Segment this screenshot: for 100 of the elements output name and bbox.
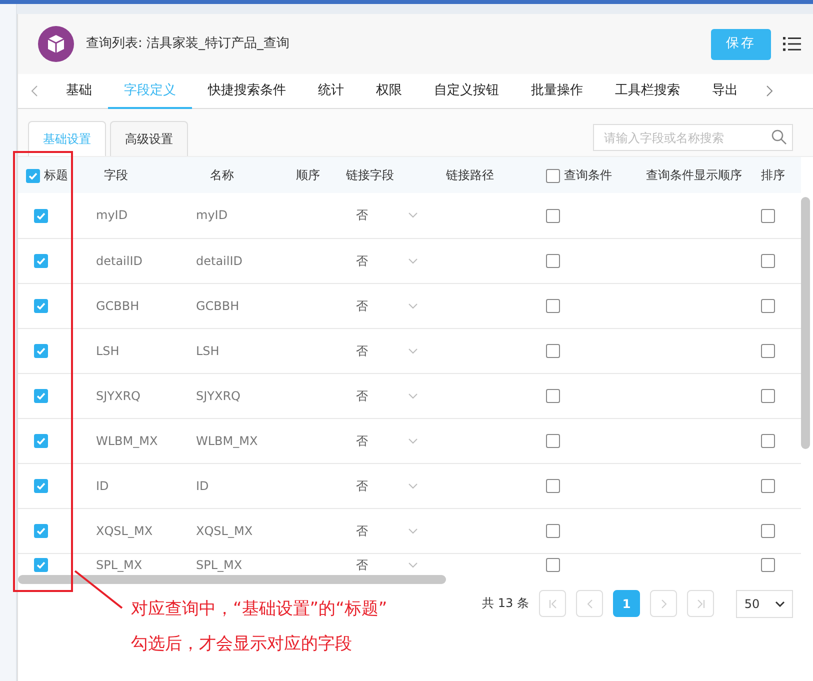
column-header: 排序: [761, 168, 785, 182]
chevron-left-icon: [584, 598, 594, 608]
tab[interactable]: 导出: [696, 74, 754, 108]
checkbox[interactable]: [761, 254, 775, 268]
table-cell: LSH: [96, 344, 120, 358]
chevron-down-icon: [408, 562, 418, 568]
link-select[interactable]: 否: [346, 342, 418, 360]
tab[interactable]: 自定义按钮: [418, 74, 515, 108]
chevron-right-icon: [658, 598, 668, 608]
chevron-down-icon: [408, 348, 418, 354]
chevron-down-icon: [408, 212, 418, 218]
tab[interactable]: 基础: [50, 74, 108, 108]
link-select[interactable]: 否: [346, 296, 418, 314]
checkbox[interactable]: [761, 389, 775, 404]
menu-icon[interactable]: [783, 34, 801, 54]
first-page-icon: [548, 598, 558, 608]
chevron-down-icon: [408, 438, 418, 444]
table-cell: myID: [196, 208, 228, 222]
table-cell: detailID: [196, 254, 243, 268]
table-cell: SPL_MX: [96, 558, 142, 572]
table-cell: SPL_MX: [196, 558, 242, 572]
checkbox[interactable]: [761, 299, 775, 314]
chevron-down-icon: [408, 482, 418, 488]
tab[interactable]: 高级设置: [110, 121, 188, 156]
search-icon[interactable]: [771, 129, 787, 145]
column-header: 标题: [44, 168, 68, 182]
table-cell: SJYXRQ: [96, 388, 140, 402]
table-cell: LSH: [196, 344, 220, 358]
link-select[interactable]: 否: [346, 476, 418, 494]
chevron-down-icon: [408, 302, 418, 308]
checkbox[interactable]: [34, 524, 48, 538]
link-select[interactable]: 否: [346, 522, 418, 540]
checkbox[interactable]: [34, 389, 48, 404]
checkbox[interactable]: [546, 168, 560, 183]
tab[interactable]: 快捷搜索条件: [192, 74, 302, 108]
annotation-text: 勾选后，才会显示对应的字段: [131, 633, 353, 656]
link-select[interactable]: 否: [346, 432, 418, 450]
column-header: 顺序: [296, 168, 320, 182]
checkbox[interactable]: [761, 558, 775, 572]
table-cell: XQSL_MX: [96, 524, 153, 538]
table-cell: detailID: [96, 254, 143, 268]
checkbox[interactable]: [546, 524, 560, 538]
last-page-icon: [696, 598, 706, 608]
table-cell: ID: [96, 478, 109, 492]
chevron-down-icon: [408, 392, 418, 398]
total-count: 共 13 条: [482, 595, 529, 612]
checkbox[interactable]: [26, 168, 40, 183]
column-header: 链接字段: [346, 168, 394, 182]
checkbox[interactable]: [761, 208, 775, 223]
leader-line: [74, 570, 124, 610]
checkbox[interactable]: [761, 344, 775, 358]
tab[interactable]: 统计: [302, 74, 360, 108]
column-header: 查询条件: [564, 168, 612, 182]
checkbox[interactable]: [546, 208, 560, 223]
table-cell: XQSL_MX: [196, 524, 253, 538]
annotation-text: 对应查询中，“基础设置”的“标题”: [131, 598, 388, 621]
checkbox[interactable]: [34, 208, 48, 223]
column-header: 字段: [104, 168, 128, 182]
checkbox[interactable]: [34, 479, 48, 494]
checkbox[interactable]: [761, 524, 775, 538]
page-title: 查询列表: 洁具家装_特订产品_查询: [86, 35, 291, 54]
table-cell: SJYXRQ: [196, 388, 240, 402]
chevron-down-icon: [408, 258, 418, 264]
checkbox[interactable]: [34, 434, 48, 448]
link-select[interactable]: 否: [346, 206, 418, 224]
column-header: 链接路径: [446, 168, 494, 182]
link-select[interactable]: 否: [346, 386, 418, 404]
link-select[interactable]: 否: [346, 252, 418, 270]
search-field[interactable]: 请输入字段或名称搜索: [593, 124, 793, 151]
checkbox[interactable]: [34, 344, 48, 358]
table-cell: WLBM_MX: [196, 434, 258, 448]
checkbox[interactable]: [546, 434, 560, 448]
tab[interactable]: 权限: [360, 74, 418, 108]
chevron-down-icon: [774, 601, 785, 607]
table-cell: WLBM_MX: [96, 434, 158, 448]
horizontal-scrollbar[interactable]: [18, 575, 446, 584]
checkbox[interactable]: [546, 299, 560, 314]
cube-logo-icon: [38, 26, 74, 62]
table-cell: ID: [196, 478, 209, 492]
checkbox[interactable]: [34, 299, 48, 314]
vertical-scrollbar[interactable]: [801, 197, 810, 449]
tab[interactable]: 工具栏搜索: [599, 74, 696, 108]
table-cell: myID: [96, 208, 128, 222]
page-size-select[interactable]: 50: [736, 590, 793, 618]
checkbox[interactable]: [546, 344, 560, 358]
table-cell: GCBBH: [96, 298, 140, 312]
checkbox[interactable]: [34, 254, 48, 268]
checkbox[interactable]: [546, 479, 560, 494]
checkbox[interactable]: [34, 558, 48, 572]
link-select[interactable]: 否: [346, 556, 418, 574]
checkbox[interactable]: [546, 389, 560, 404]
checkbox[interactable]: [761, 434, 775, 448]
chevron-down-icon: [408, 528, 418, 534]
column-header: 名称: [210, 168, 234, 182]
column-header: 查询条件显示顺序: [646, 168, 742, 182]
checkbox[interactable]: [761, 479, 775, 494]
checkbox[interactable]: [546, 558, 560, 572]
table-cell: GCBBH: [196, 298, 240, 312]
tab[interactable]: 批量操作: [515, 74, 599, 108]
checkbox[interactable]: [546, 254, 560, 268]
